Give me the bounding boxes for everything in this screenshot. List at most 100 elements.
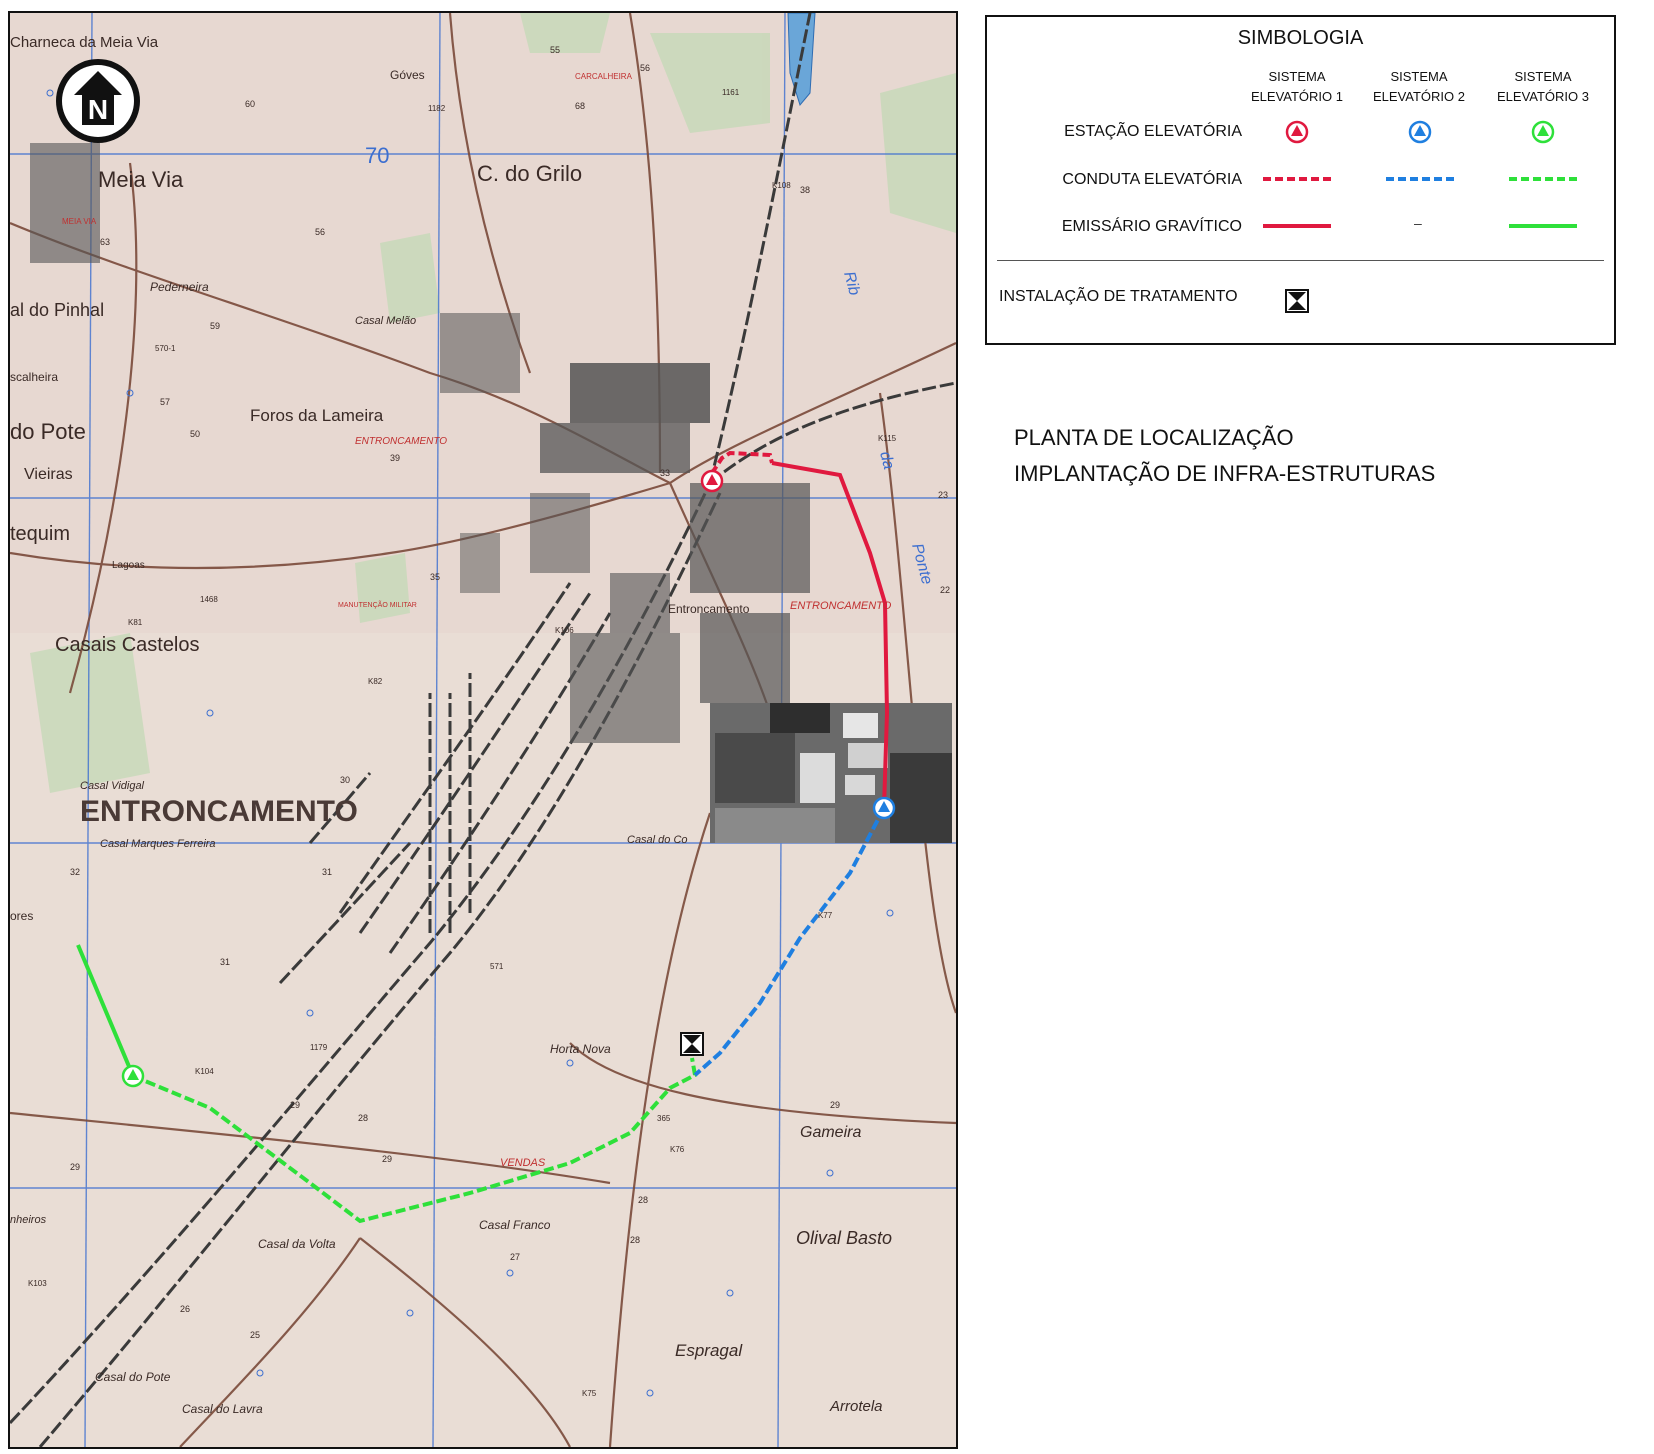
road-code-label: 571 xyxy=(490,962,504,971)
spot-height-label: 50 xyxy=(190,429,200,439)
spot-height-label: 39 xyxy=(390,453,400,463)
legend-station-2-icon xyxy=(1408,120,1432,144)
road-code-label: K81 xyxy=(128,618,143,627)
road-code-label: K104 xyxy=(195,1067,214,1076)
spot-height-label: 31 xyxy=(322,867,332,877)
spot-height-label: 38 xyxy=(800,185,810,195)
spot-height-label: 29 xyxy=(290,1100,300,1110)
column-line2: ELEVATÓRIO 3 xyxy=(1497,89,1589,104)
column-line1: SISTEMA xyxy=(1390,69,1448,84)
road-code-label: 1179 xyxy=(310,1043,328,1052)
grid-label: 70 xyxy=(365,143,389,168)
spot-height-label: 33 xyxy=(660,468,670,478)
road-code-label: 1468 xyxy=(200,595,218,604)
label-casal-do-co: Casal do Co xyxy=(627,834,688,846)
road-code-label: 1161 xyxy=(722,88,740,97)
label-casais-castelos: Casais Castelos xyxy=(55,634,200,656)
road-code-label: K76 xyxy=(670,1145,685,1154)
legend-divider xyxy=(997,260,1604,261)
spot-height-label: 22 xyxy=(940,585,950,595)
spot-height-label: 28 xyxy=(638,1195,648,1205)
title-line-2: IMPLANTAÇÃO DE INFRA-ESTRUTURAS xyxy=(1014,461,1436,486)
column-line2: ELEVATÓRIO 2 xyxy=(1373,89,1465,104)
legend-column-system-3: SISTEMA ELEVATÓRIO 3 xyxy=(1478,67,1608,107)
road-code-label: K106 xyxy=(555,626,574,635)
label-horta-nova: Horta Nova xyxy=(550,1042,611,1056)
label-casal-melao: Casal Melão xyxy=(355,315,416,327)
label-calheira: scalheira xyxy=(10,370,58,384)
legend-pipe-3 xyxy=(1509,177,1577,181)
label-casal-vidigal: Casal Vidigal xyxy=(80,780,145,792)
label-charneca: Charneca da Meia Via xyxy=(10,34,159,51)
legend-gravity-2-none: – xyxy=(1414,215,1422,231)
legend-label-treatment: INSTALAÇÃO DE TRATAMENTO xyxy=(999,288,1238,305)
spot-height-label: 29 xyxy=(830,1100,840,1110)
column-line1: SISTEMA xyxy=(1268,69,1326,84)
label-tequim: tequim xyxy=(10,523,70,545)
label-casal-franco: Casal Franco xyxy=(479,1218,551,1232)
station-system-1-icon xyxy=(700,469,724,493)
legend-station-1-icon xyxy=(1285,120,1309,144)
station-system-2-icon xyxy=(872,796,896,820)
spot-height-label: 60 xyxy=(245,99,255,109)
label-entroncamento-red2: ENTRONCAMENTO xyxy=(790,600,892,612)
label-lagoas: Lagoas xyxy=(112,560,145,571)
legend-column-system-1: SISTEMA ELEVATÓRIO 1 xyxy=(1232,67,1362,107)
legend-label-gravity: EMISSÁRIO GRAVÍTICO xyxy=(1061,218,1242,235)
legend-title: SIMBOLOGIA xyxy=(1237,27,1364,49)
spot-height-label: 56 xyxy=(315,227,325,237)
label-vieiras: Vieiras xyxy=(24,466,73,483)
road-code-label: K82 xyxy=(368,677,383,686)
legend-station-3-icon xyxy=(1531,120,1555,144)
spot-height-label: 30 xyxy=(340,775,350,785)
label-carcalheira: CARCALHEIRA xyxy=(575,72,633,81)
spot-height-label: 59 xyxy=(210,321,220,331)
label-entroncamento-small: Entroncamento xyxy=(668,602,750,616)
label-pederneira: Pederneira xyxy=(150,280,209,294)
label-goves: Góves xyxy=(390,68,425,82)
label-c-do-grilo: C. do Grilo xyxy=(477,161,582,186)
legend-gravity-1 xyxy=(1263,224,1331,228)
road-code-label: K75 xyxy=(582,1389,597,1398)
label-foros: Foros da Lameira xyxy=(250,406,384,425)
spot-height-label: 25 xyxy=(250,1330,260,1340)
spot-height-label: 27 xyxy=(510,1252,520,1262)
legend-pipe-1 xyxy=(1263,177,1331,181)
spot-height-label: 29 xyxy=(70,1162,80,1172)
label-casal-marques: Casal Marques Ferreira xyxy=(100,838,216,850)
north-label: N xyxy=(88,94,108,125)
column-line2: ELEVATÓRIO 1 xyxy=(1251,89,1343,104)
road-code-label: 1182 xyxy=(428,104,446,113)
spot-height-label: 26 xyxy=(180,1304,190,1314)
road-code-label: K103 xyxy=(28,1279,47,1288)
road-code-label: 365 xyxy=(657,1114,671,1123)
map-frame[interactable]: N 70 Charneca da Meia Via Meia Via MEIA … xyxy=(8,11,958,1449)
label-meia-via-small: MEIA VIA xyxy=(62,217,97,226)
road-code-label: 570-1 xyxy=(155,344,176,353)
topographic-map: N 70 Charneca da Meia Via Meia Via MEIA … xyxy=(10,13,956,1447)
label-manutencao: MANUTENÇÃO MILITAR xyxy=(338,600,417,609)
road-code-label: K77 xyxy=(818,911,833,920)
label-arrotela: Arrotela xyxy=(829,1398,883,1415)
treatment-plant-icon xyxy=(680,1032,704,1056)
spot-height-label: 31 xyxy=(220,957,230,967)
spot-height-label: 28 xyxy=(630,1235,640,1245)
spot-height-label: 56 xyxy=(640,63,650,73)
road-code-label: K108 xyxy=(772,181,791,190)
label-pinhal: al do Pinhal xyxy=(10,300,104,320)
label-pinheiros: nheiros xyxy=(10,1214,47,1226)
spot-height-label: 55 xyxy=(550,45,560,55)
legend-gravity-3 xyxy=(1509,224,1577,228)
legend-label-station: ESTAÇÃO ELEVATÓRIA xyxy=(1064,123,1242,140)
spot-height-label: 57 xyxy=(160,397,170,407)
label-olival-basto: Olival Basto xyxy=(796,1228,892,1248)
legend-box: SIMBOLOGIA SISTEMA ELEVATÓRIO 1 SISTEMA … xyxy=(985,15,1616,345)
aerial-photo-inset xyxy=(710,703,952,843)
label-do-pote: do Pote xyxy=(10,419,86,444)
legend-column-system-2: SISTEMA ELEVATÓRIO 2 xyxy=(1354,67,1484,107)
spot-height-label: 28 xyxy=(358,1113,368,1123)
north-arrow-icon: N xyxy=(56,59,140,143)
spot-height-label: 68 xyxy=(575,101,585,111)
label-meia-via: Meia Via xyxy=(98,167,184,192)
station-system-3-icon xyxy=(121,1064,145,1088)
